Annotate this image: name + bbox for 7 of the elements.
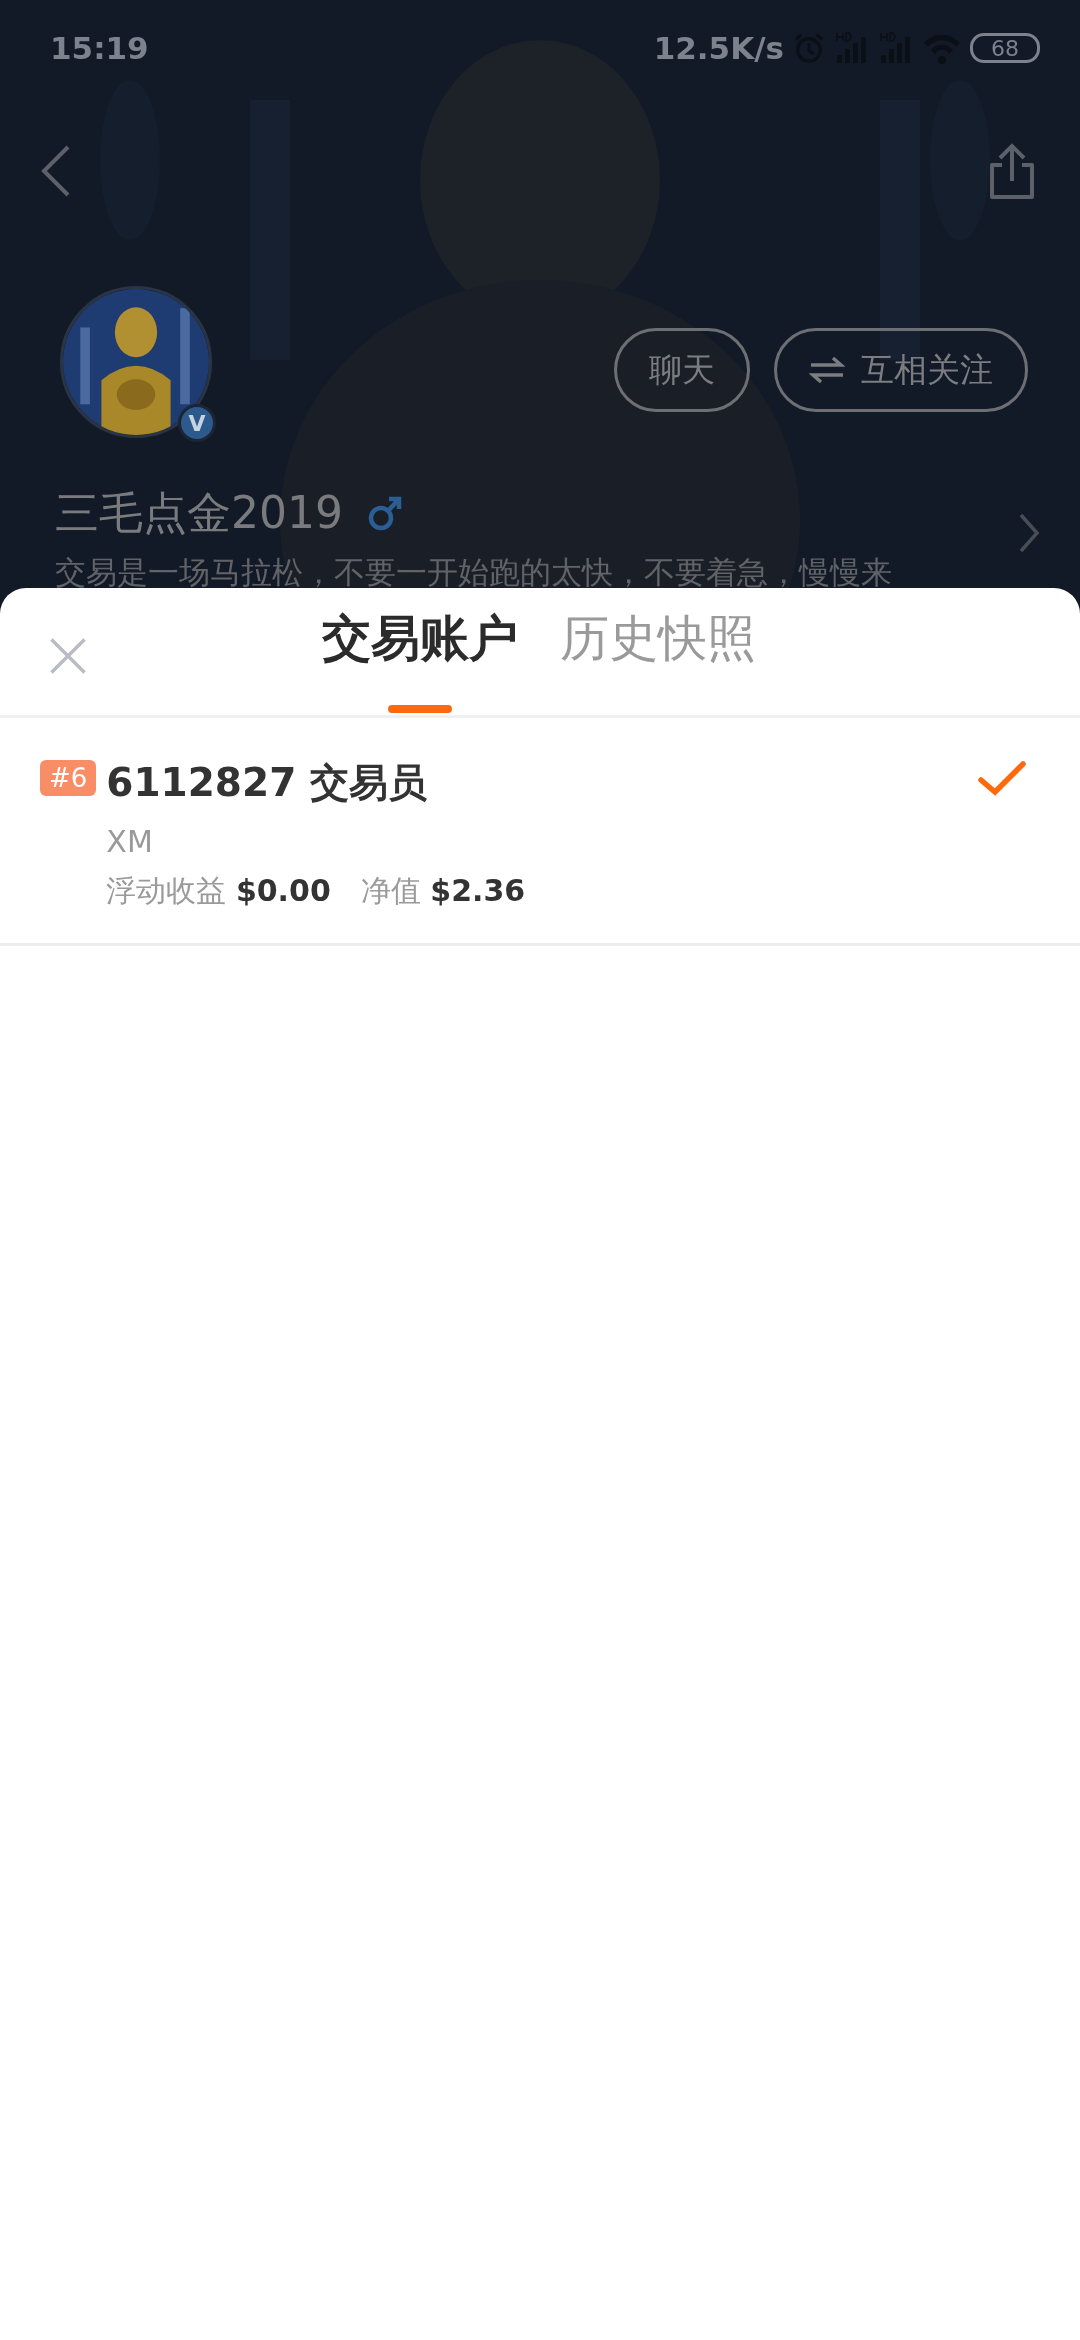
- account-title: 6112827 交易员: [106, 759, 428, 807]
- rank-badge: #6: [40, 760, 97, 796]
- checkmark-icon: [978, 760, 1028, 798]
- account-item[interactable]: #6 6112827 交易员 XM 浮动收益 $0.00 净值 $2.36: [0, 718, 1080, 946]
- equity: 净值 $2.36: [360, 871, 526, 910]
- floating-profit: 浮动收益 $0.00: [106, 871, 331, 910]
- broker-name: XM: [106, 822, 154, 861]
